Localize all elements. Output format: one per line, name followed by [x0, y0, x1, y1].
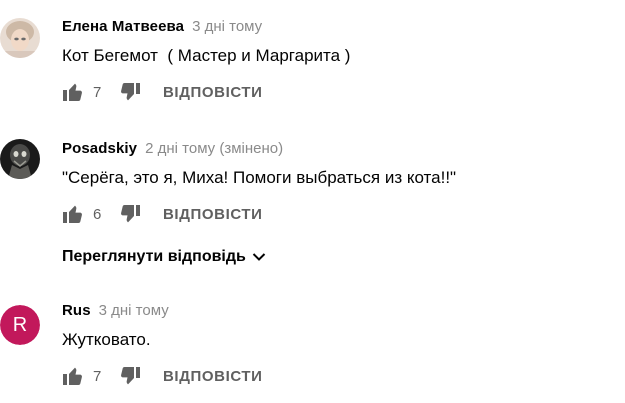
comment-actions: 7 ВІДПОВІСТИ	[62, 364, 263, 388]
reply-button[interactable]: ВІДПОВІСТИ	[163, 84, 263, 101]
comment-time[interactable]: 3 дні тому	[192, 18, 262, 35]
comment-text: "Серёга, это я, Миха! Помоги выбраться и…	[62, 168, 457, 187]
comment-header: Елена Матвеева 3 дні тому	[62, 16, 262, 36]
comment-actions: 6 ВІДПОВІСТИ	[62, 202, 263, 226]
view-replies-button[interactable]: Переглянути відповідь	[62, 246, 266, 268]
comment-text: Жутковато.	[62, 330, 151, 349]
thumb-up-icon[interactable]	[62, 203, 84, 225]
avatar[interactable]	[0, 139, 40, 179]
view-replies-label: Переглянути відповідь	[62, 248, 246, 265]
thumb-down-icon[interactable]	[119, 203, 141, 225]
comment-header: Rus 3 дні тому	[62, 300, 169, 320]
avatar[interactable]	[0, 18, 40, 58]
dark-photo-avatar-icon	[0, 139, 40, 179]
photo-avatar-icon	[0, 18, 40, 58]
comments-section: Елена Матвеева 3 дні тому Кот Бегемот ( …	[0, 0, 625, 403]
avatar-letter: R	[0, 305, 40, 345]
comment-author[interactable]: Posadskiy	[62, 140, 137, 157]
thumb-up-icon[interactable]	[62, 365, 84, 387]
chevron-down-icon	[252, 252, 266, 262]
thumb-up-icon[interactable]	[62, 81, 84, 103]
comment-text: Кот Бегемот ( Мастер и Маргарита )	[62, 46, 351, 65]
comment-time[interactable]: 3 дні тому	[99, 302, 169, 319]
like-count: 7	[93, 83, 102, 101]
reply-button[interactable]: ВІДПОВІСТИ	[163, 206, 263, 223]
like-count: 7	[93, 367, 102, 385]
thumb-down-icon[interactable]	[119, 81, 141, 103]
like-count: 6	[93, 205, 102, 223]
thumb-down-icon[interactable]	[119, 365, 141, 387]
avatar[interactable]: R	[0, 305, 40, 345]
comment-header: Posadskiy 2 дні тому (змінено)	[62, 138, 283, 158]
comment-time[interactable]: 2 дні тому (змінено)	[145, 140, 283, 157]
comment-author[interactable]: Елена Матвеева	[62, 18, 184, 35]
reply-button[interactable]: ВІДПОВІСТИ	[163, 368, 263, 385]
comment-actions: 7 ВІДПОВІСТИ	[62, 80, 263, 104]
comment-author[interactable]: Rus	[62, 302, 91, 319]
